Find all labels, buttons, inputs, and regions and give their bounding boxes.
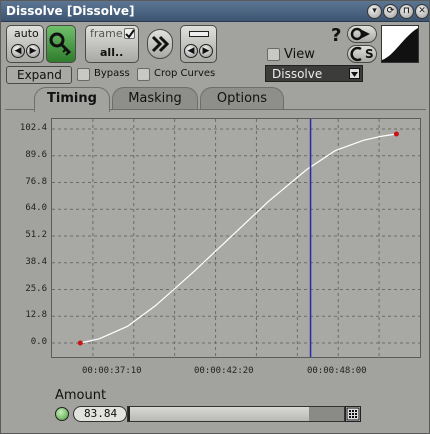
- all-button[interactable]: all..: [100, 46, 123, 59]
- tab-masking[interactable]: Masking: [112, 87, 198, 110]
- key-button[interactable]: [46, 25, 76, 63]
- expand-label: Expand: [17, 68, 62, 82]
- s-button[interactable]: S: [347, 45, 377, 63]
- transport-group: ◀ ▶: [180, 25, 217, 63]
- calculator-icon[interactable]: [345, 406, 361, 422]
- s-label: S: [365, 47, 374, 61]
- amount-input[interactable]: 83.84: [73, 406, 127, 422]
- tab-options[interactable]: Options: [200, 87, 284, 110]
- bypass-label: Bypass: [94, 68, 130, 79]
- forward-button[interactable]: [147, 29, 173, 59]
- view-label: View: [284, 47, 315, 62]
- checkmark-icon: [125, 29, 135, 39]
- bypass-checkbox[interactable]: [77, 68, 90, 81]
- step-forward-button[interactable]: ▶: [199, 44, 213, 58]
- curve-plot-area: [52, 119, 420, 357]
- x-tick-label: 00:00:42:20: [194, 366, 254, 376]
- dissolve-window: Dissolve [Dissolve] ▾ ⟳ ⊓ ✕ auto ◀ ▶ fra…: [0, 0, 430, 434]
- tab-timing[interactable]: Timing: [34, 87, 110, 112]
- y-tick-label: 12.8: [25, 310, 47, 321]
- double-chevron-icon: [151, 35, 170, 53]
- x-tick-label: 00:00:37:10: [82, 366, 142, 376]
- export-button[interactable]: [347, 25, 377, 43]
- auto-label: auto: [14, 27, 39, 40]
- y-tick-label: 25.6: [25, 283, 47, 294]
- y-tick-label: 102.4: [19, 123, 47, 133]
- frame-group: frame all..: [85, 25, 139, 63]
- import-arrow-icon: [350, 46, 362, 62]
- keyframe-point: [393, 131, 399, 137]
- frame-checkbox[interactable]: [124, 28, 135, 39]
- amount-slider[interactable]: [127, 406, 345, 422]
- crop-curves-checkbox[interactable]: [137, 68, 150, 81]
- curve-series-line: [80, 133, 397, 344]
- amount-label: Amount: [55, 388, 107, 403]
- key-icon: [49, 32, 72, 56]
- y-tick-label: 38.4: [25, 256, 47, 267]
- tab-options-label: Options: [216, 91, 268, 106]
- view-checkbox[interactable]: [267, 48, 280, 61]
- y-tick-label: 89.6: [25, 149, 47, 160]
- minimize-icon[interactable]: ▾: [367, 4, 382, 19]
- keyframe-point: [77, 340, 83, 346]
- frame-label: frame: [90, 27, 123, 40]
- prev-key-button[interactable]: ◀: [11, 44, 25, 58]
- y-tick-label: 0.0: [30, 337, 47, 347]
- export-arrow-icon: [350, 27, 370, 41]
- bar-icon[interactable]: [189, 31, 209, 37]
- help-button[interactable]: ?: [331, 25, 341, 46]
- crop-curves-label: Crop Curves: [154, 68, 216, 79]
- window-title: Dissolve [Dissolve]: [6, 4, 135, 18]
- expand-button[interactable]: Expand: [6, 66, 72, 84]
- curve-preview-thumbnail: [381, 25, 419, 63]
- step-back-button[interactable]: ◀: [184, 44, 198, 58]
- next-key-button[interactable]: ▶: [26, 44, 40, 58]
- auto-key-group: auto ◀ ▶: [6, 25, 44, 63]
- lock-icon[interactable]: ⊓: [399, 4, 414, 19]
- amount-keyframe-icon[interactable]: [55, 407, 69, 421]
- curve-graph[interactable]: [51, 118, 421, 358]
- x-tick-label: 00:00:48:00: [307, 366, 367, 376]
- y-tick-label: 76.8: [25, 176, 47, 187]
- amount-slider-fill: [128, 407, 310, 421]
- tab-timing-label: Timing: [47, 91, 97, 106]
- refresh-icon[interactable]: ⟳: [383, 4, 398, 19]
- y-tick-label: 51.2: [25, 230, 47, 240]
- curve-preview-icon: [382, 28, 418, 62]
- chevron-down-icon: [349, 68, 360, 79]
- close-icon[interactable]: ✕: [415, 4, 429, 19]
- effect-select-value: Dissolve: [272, 67, 323, 81]
- title-bar[interactable]: Dissolve [Dissolve] ▾ ⟳ ⊓ ✕: [1, 1, 429, 22]
- tab-masking-label: Masking: [128, 91, 182, 106]
- y-tick-label: 64.0: [25, 203, 47, 214]
- effect-select[interactable]: Dissolve: [265, 65, 363, 82]
